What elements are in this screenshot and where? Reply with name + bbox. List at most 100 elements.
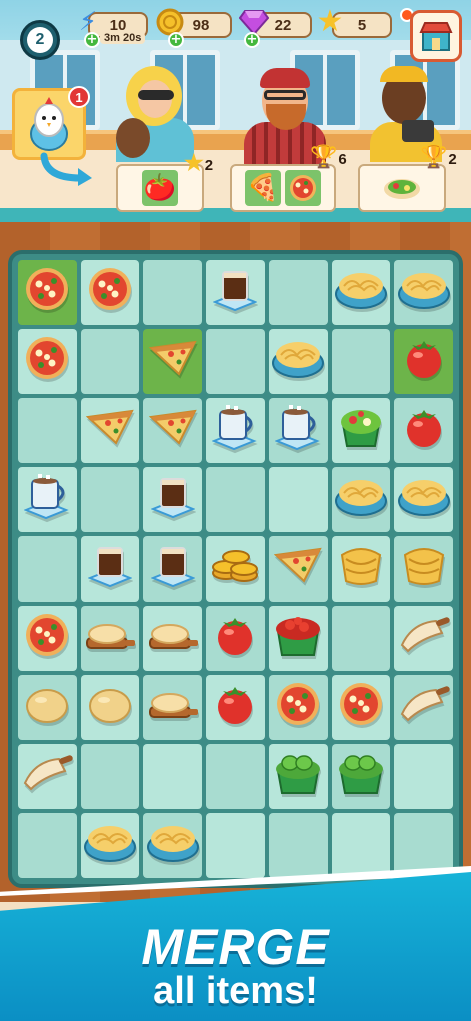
add-energy-button[interactable]: +	[84, 32, 100, 48]
board-cell[interactable]	[394, 260, 453, 326]
pizza-slice-icon[interactable]	[148, 340, 197, 383]
pasta-bowl-icon[interactable]	[397, 475, 451, 524]
pizza-icon[interactable]	[87, 266, 133, 319]
board-cell[interactable]	[394, 398, 453, 464]
board-cell[interactable]	[18, 605, 77, 671]
board-cell[interactable]	[143, 398, 203, 464]
board-cell[interactable]	[394, 743, 453, 809]
board-cell[interactable]	[18, 398, 77, 464]
board-cell[interactable]	[143, 812, 203, 878]
board-cell[interactable]	[18, 329, 77, 395]
shop-button[interactable]	[410, 10, 462, 62]
dough-board-icon[interactable]	[83, 616, 137, 661]
add-gems-button[interactable]: +	[244, 32, 260, 48]
tomato-bowl-icon[interactable]	[272, 611, 324, 666]
board-cell[interactable]	[206, 260, 265, 326]
board-cell[interactable]	[331, 605, 391, 671]
board-cell[interactable]	[394, 329, 453, 395]
board-cell[interactable]	[206, 743, 265, 809]
board-cell[interactable]	[206, 605, 265, 671]
raw-pasta-icon[interactable]	[399, 543, 449, 594]
board-cell[interactable]	[331, 536, 391, 602]
board-cell[interactable]	[331, 467, 391, 533]
board-cell[interactable]	[206, 398, 265, 464]
board-cell[interactable]	[18, 812, 77, 878]
tomato-icon[interactable]	[213, 683, 257, 732]
salad-icon[interactable]	[337, 404, 385, 457]
board-cell[interactable]	[18, 536, 77, 602]
board-cell[interactable]	[268, 605, 328, 671]
board-cell[interactable]	[143, 329, 203, 395]
board-cell[interactable]	[331, 398, 391, 464]
pizza-slice-icon[interactable]	[85, 409, 134, 452]
customer-blonde[interactable]	[108, 62, 198, 162]
board-cell[interactable]	[80, 329, 140, 395]
coffee-mug-icon[interactable]	[211, 403, 258, 458]
board-cell[interactable]	[143, 605, 203, 671]
board-cell[interactable]	[206, 812, 265, 878]
board-cell[interactable]	[206, 329, 265, 395]
pasta-bowl-icon[interactable]	[334, 475, 388, 524]
dough-icon[interactable]	[87, 684, 133, 731]
pizza-slice-icon[interactable]	[148, 409, 197, 452]
board-cell[interactable]	[268, 260, 328, 326]
board-cell[interactable]	[143, 536, 203, 602]
board-cell[interactable]	[80, 536, 140, 602]
board-cell[interactable]	[18, 467, 77, 533]
board-cell[interactable]	[80, 674, 140, 740]
raw-pasta-icon[interactable]	[336, 543, 386, 594]
board-cell[interactable]	[80, 260, 140, 326]
tomato-icon[interactable]	[213, 614, 257, 663]
pizza-icon[interactable]	[24, 266, 70, 319]
pizza-icon[interactable]	[275, 681, 321, 734]
order-card[interactable]	[358, 164, 446, 212]
dough-board-icon[interactable]	[146, 616, 200, 661]
pasta-bowl-icon[interactable]	[83, 821, 137, 870]
coffee-glass-icon[interactable]	[87, 542, 133, 595]
board-cell[interactable]	[394, 605, 453, 671]
board-cell[interactable]	[206, 536, 265, 602]
tomato-icon[interactable]	[402, 337, 446, 386]
board-cell[interactable]	[331, 674, 391, 740]
board-cell[interactable]	[268, 674, 328, 740]
pizza-slice-icon[interactable]	[273, 547, 322, 590]
board-cell[interactable]	[394, 674, 453, 740]
board-cell[interactable]	[80, 812, 140, 878]
board-cell[interactable]	[18, 674, 77, 740]
order-card[interactable]: 🍕	[230, 164, 336, 212]
coffee-glass-icon[interactable]	[212, 266, 259, 319]
coffee-mug-icon[interactable]	[274, 403, 321, 458]
board-cell[interactable]	[268, 812, 328, 878]
board-cell[interactable]	[80, 398, 140, 464]
board-cell[interactable]	[331, 329, 391, 395]
coffee-glass-icon[interactable]	[150, 473, 196, 526]
coffee-mug-icon[interactable]	[23, 472, 70, 527]
board-cell[interactable]	[206, 467, 265, 533]
pizza-icon[interactable]	[24, 335, 70, 388]
pasta-bowl-icon[interactable]	[334, 268, 388, 317]
level-badge[interactable]: 2	[20, 20, 60, 60]
board-cell[interactable]	[268, 467, 328, 533]
board-cell[interactable]	[331, 260, 391, 326]
add-coins-button[interactable]: +	[168, 32, 184, 48]
board-cell[interactable]	[331, 743, 391, 809]
board-cell[interactable]	[268, 329, 328, 395]
dough-icon[interactable]	[24, 684, 70, 731]
coffee-glass-icon[interactable]	[150, 542, 196, 595]
board-cell[interactable]	[331, 812, 391, 878]
board-cell[interactable]	[143, 260, 203, 326]
board-cell[interactable]	[80, 467, 140, 533]
board-cell[interactable]	[18, 260, 77, 326]
board-cell[interactable]	[268, 398, 328, 464]
flour-scoop-icon[interactable]	[398, 684, 450, 731]
coins-icon[interactable]	[210, 543, 260, 594]
board-cell[interactable]	[206, 674, 265, 740]
board-cell[interactable]	[143, 743, 203, 809]
pizza-icon[interactable]	[24, 612, 70, 665]
tomato-icon[interactable]	[402, 406, 446, 455]
board-cell[interactable]	[268, 536, 328, 602]
board-cell[interactable]	[80, 605, 140, 671]
board-cell[interactable]	[143, 467, 203, 533]
board-cell[interactable]	[394, 536, 453, 602]
board-cell[interactable]	[394, 467, 453, 533]
